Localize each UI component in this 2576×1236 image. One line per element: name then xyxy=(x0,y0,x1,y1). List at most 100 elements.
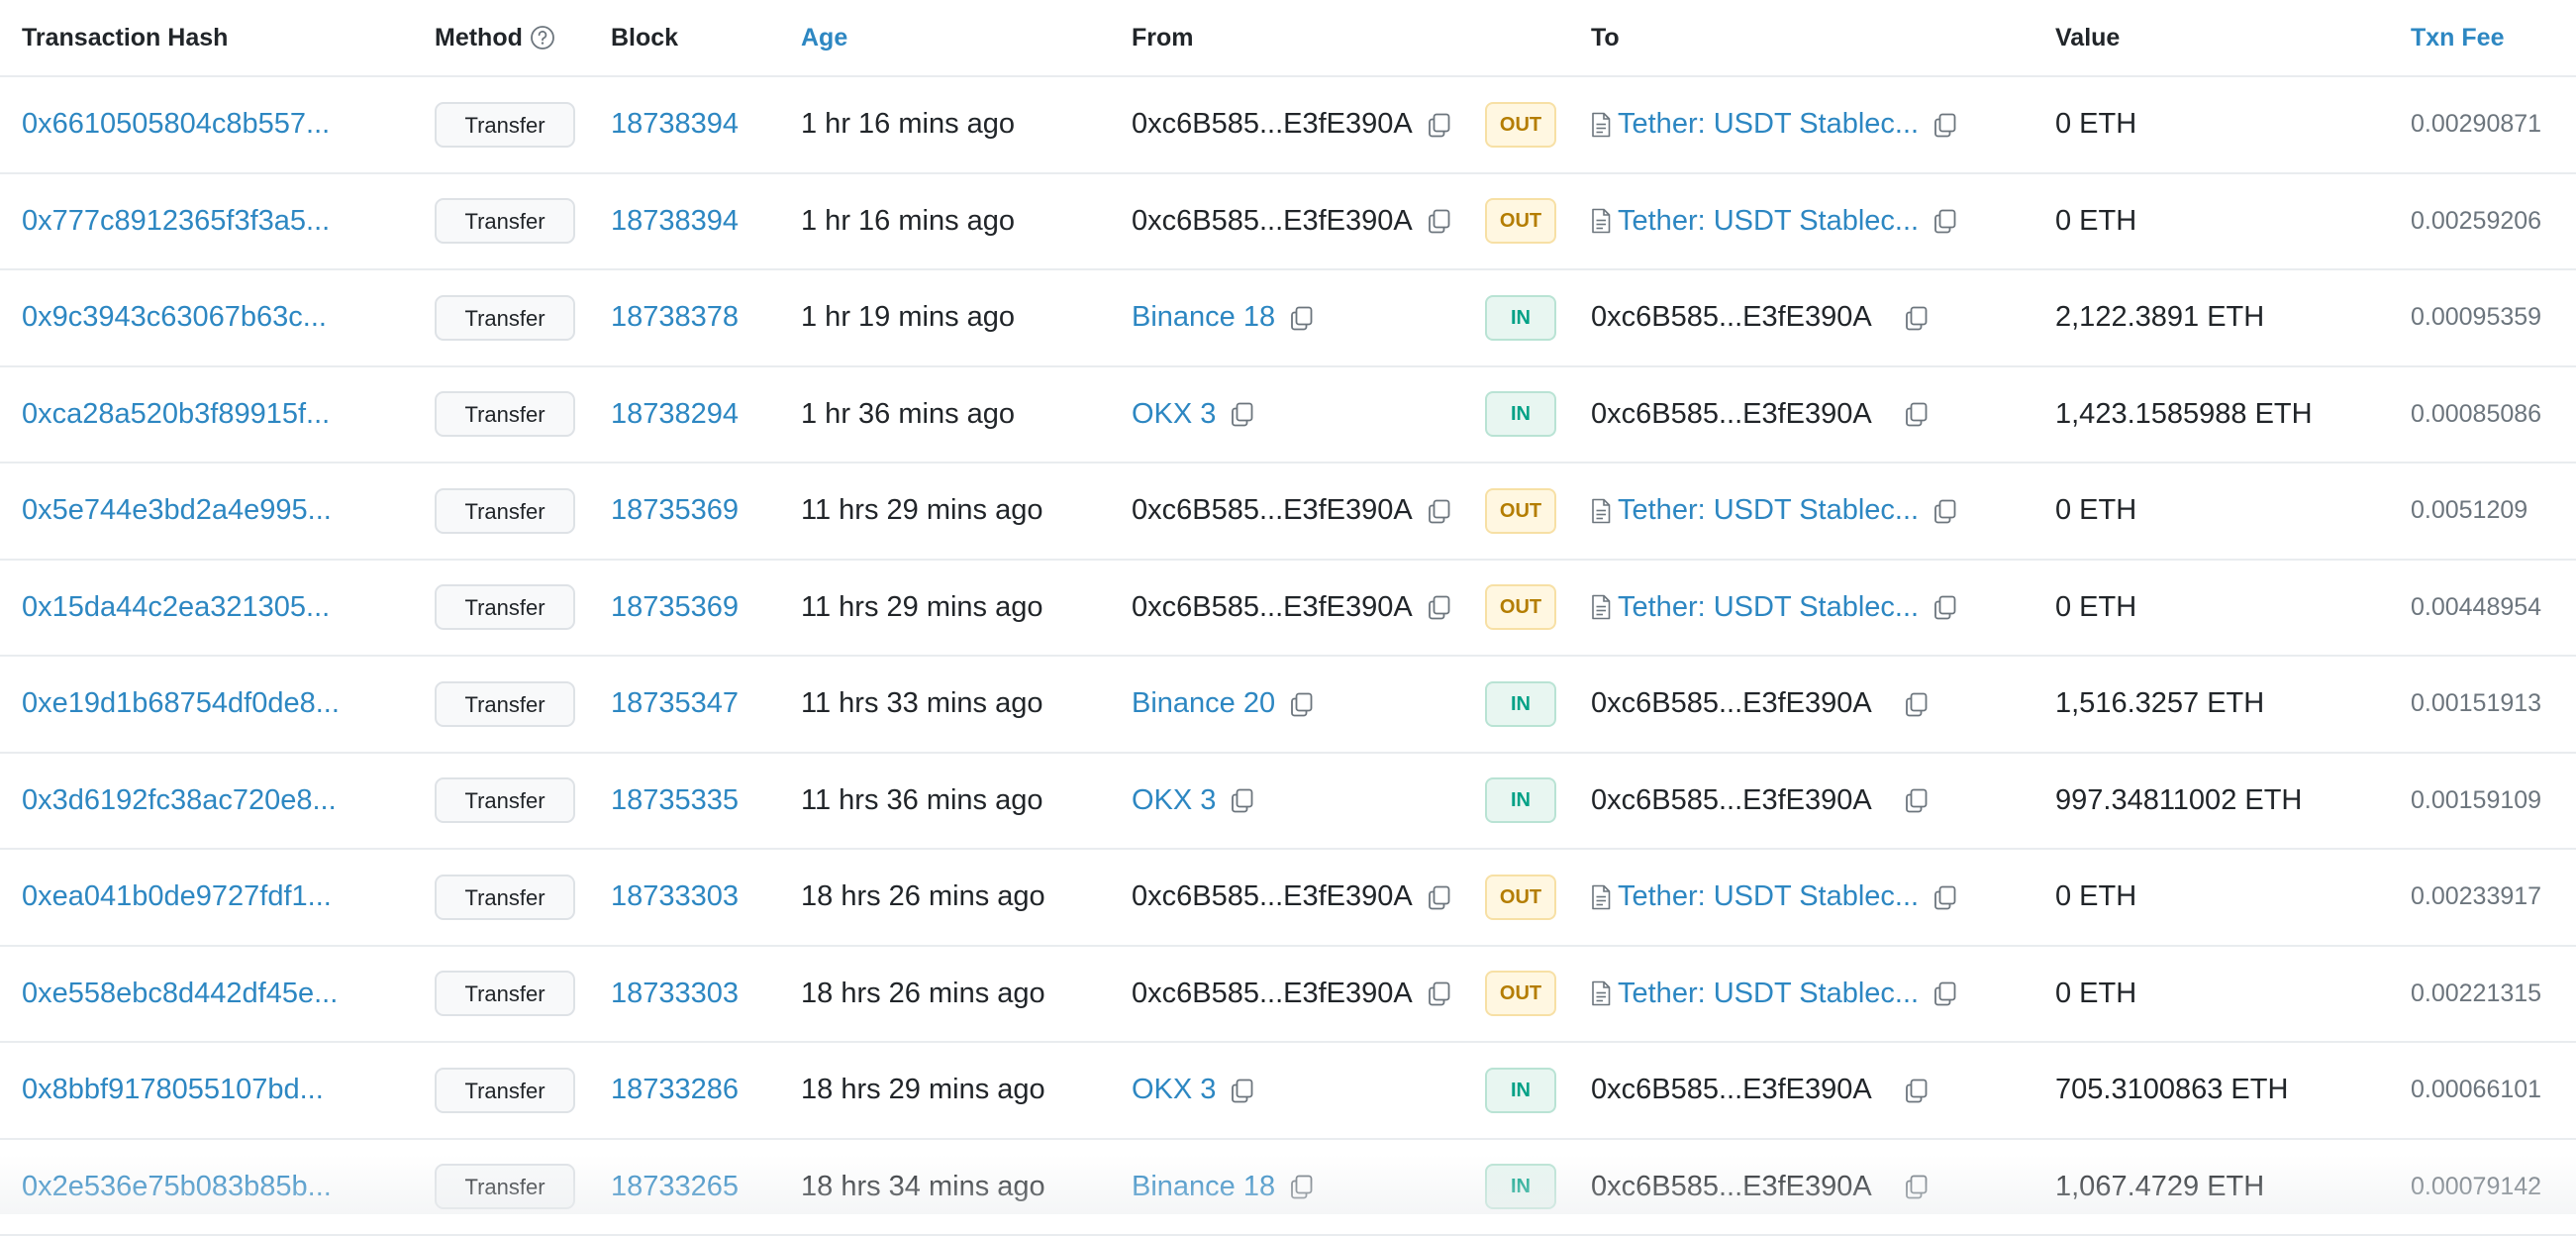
from-address[interactable]: OKX 3 xyxy=(1132,784,1216,817)
method-badge: Transfer xyxy=(435,391,575,437)
block-link[interactable]: 18735369 xyxy=(611,494,739,527)
direction-badge: IN xyxy=(1485,295,1556,341)
block-link[interactable]: 18733303 xyxy=(611,880,739,913)
block-link[interactable]: 18738394 xyxy=(611,108,739,141)
transaction-hash-link[interactable]: 0xe558ebc8d442df45e... xyxy=(22,978,338,1010)
block-link[interactable]: 18733303 xyxy=(611,978,739,1010)
copy-icon[interactable] xyxy=(1902,1076,1932,1105)
txn-fee-text: 0.00290871 xyxy=(2411,110,2541,139)
direction-badge: IN xyxy=(1485,1068,1556,1113)
transaction-hash-link[interactable]: 0x9c3943c63067b63c... xyxy=(22,301,327,334)
to-address: 0xc6B585...E3fE390A xyxy=(1591,398,1872,431)
to-address[interactable]: Tether: USDT Stablec... xyxy=(1618,978,1919,1010)
copy-icon[interactable] xyxy=(1902,1172,1932,1201)
copy-icon[interactable] xyxy=(1425,496,1454,526)
method-badge: Transfer xyxy=(435,1068,575,1113)
block-link[interactable]: 18738378 xyxy=(611,301,739,334)
value-text: 1,067.4729 ETH xyxy=(2055,1171,2264,1203)
copy-icon[interactable] xyxy=(1931,110,1960,140)
value-text: 0 ETH xyxy=(2055,108,2136,141)
copy-icon[interactable] xyxy=(1228,785,1257,815)
copy-icon[interactable] xyxy=(1902,689,1932,719)
document-icon xyxy=(1591,594,1611,620)
from-address[interactable]: Binance 18 xyxy=(1132,301,1275,334)
transaction-hash-link[interactable]: 0x5e744e3bd2a4e995... xyxy=(22,494,332,527)
block-link[interactable]: 18733286 xyxy=(611,1074,739,1106)
copy-icon[interactable] xyxy=(1902,303,1932,333)
from-address: 0xc6B585...E3fE390A xyxy=(1132,494,1413,527)
table-body: 0x6610505804c8b557... Transfer 18738394 1 h… xyxy=(0,77,2576,1236)
direction-badge: IN xyxy=(1485,777,1556,823)
header-from: From xyxy=(1132,0,1194,75)
header-age-toggle[interactable]: Age xyxy=(801,0,847,75)
method-badge: Transfer xyxy=(435,102,575,148)
document-icon xyxy=(1591,112,1611,138)
header-txn-fee-toggle[interactable]: Txn Fee xyxy=(2411,0,2504,75)
transaction-hash-link[interactable]: 0xea041b0de9727fdf1... xyxy=(22,880,332,913)
copy-icon[interactable] xyxy=(1425,592,1454,622)
block-link[interactable]: 18735347 xyxy=(611,687,739,720)
to-address[interactable]: Tether: USDT Stablec... xyxy=(1618,494,1919,527)
transaction-hash-link[interactable]: 0xe19d1b68754df0de8... xyxy=(22,687,340,720)
transaction-hash-link[interactable]: 0x2e536e75b083b85b... xyxy=(22,1171,332,1203)
block-link[interactable]: 18738394 xyxy=(611,205,739,238)
table-row: 0x6610505804c8b557... Transfer 18738394 1 h… xyxy=(0,77,2576,174)
from-address[interactable]: Binance 20 xyxy=(1132,687,1275,720)
question-circle-icon[interactable] xyxy=(530,25,555,51)
transactions-table: Transaction Hash Method Block Age From T… xyxy=(0,0,2576,1236)
block-link[interactable]: 18738294 xyxy=(611,398,739,431)
direction-badge: OUT xyxy=(1485,875,1556,920)
txn-fee-text: 0.00221315 xyxy=(2411,979,2541,1008)
from-address[interactable]: Binance 18 xyxy=(1132,1171,1275,1203)
transaction-hash-link[interactable]: 0x8bbf9178055107bd... xyxy=(22,1074,324,1106)
copy-icon[interactable] xyxy=(1931,882,1960,912)
age-text: 1 hr 19 mins ago xyxy=(801,301,1015,334)
to-address: 0xc6B585...E3fE390A xyxy=(1591,687,1872,720)
from-address[interactable]: OKX 3 xyxy=(1132,1074,1216,1106)
copy-icon[interactable] xyxy=(1425,978,1454,1008)
transaction-hash-link[interactable]: 0x777c8912365f3f3a5... xyxy=(22,205,330,238)
age-text: 1 hr 16 mins ago xyxy=(801,108,1015,141)
header-to: To xyxy=(1591,0,1620,75)
copy-icon[interactable] xyxy=(1425,110,1454,140)
to-address[interactable]: Tether: USDT Stablec... xyxy=(1618,108,1919,141)
transaction-hash-link[interactable]: 0x3d6192fc38ac720e8... xyxy=(22,784,337,817)
transaction-hash-link[interactable]: 0x6610505804c8b557... xyxy=(22,108,330,141)
copy-icon[interactable] xyxy=(1425,882,1454,912)
copy-icon[interactable] xyxy=(1931,496,1960,526)
copy-icon[interactable] xyxy=(1228,399,1257,429)
copy-icon[interactable] xyxy=(1425,206,1454,236)
copy-icon[interactable] xyxy=(1902,785,1932,815)
method-badge: Transfer xyxy=(435,777,575,823)
block-link[interactable]: 18735369 xyxy=(611,591,739,624)
copy-icon[interactable] xyxy=(1931,978,1960,1008)
direction-badge: OUT xyxy=(1485,488,1556,534)
copy-icon[interactable] xyxy=(1228,1076,1257,1105)
age-text: 18 hrs 26 mins ago xyxy=(801,978,1045,1010)
copy-icon[interactable] xyxy=(1287,1172,1317,1201)
block-link[interactable]: 18735335 xyxy=(611,784,739,817)
copy-icon[interactable] xyxy=(1931,206,1960,236)
to-address[interactable]: Tether: USDT Stablec... xyxy=(1618,880,1919,913)
block-link[interactable]: 18733265 xyxy=(611,1171,739,1203)
copy-icon[interactable] xyxy=(1287,689,1317,719)
from-address[interactable]: OKX 3 xyxy=(1132,398,1216,431)
age-text: 18 hrs 34 mins ago xyxy=(801,1171,1045,1203)
to-address: 0xc6B585...E3fE390A xyxy=(1591,784,1872,817)
value-text: 1,516.3257 ETH xyxy=(2055,687,2264,720)
age-text: 1 hr 16 mins ago xyxy=(801,205,1015,238)
value-text: 0 ETH xyxy=(2055,494,2136,527)
method-badge: Transfer xyxy=(435,971,575,1016)
header-method-label: Method xyxy=(435,24,523,52)
direction-badge: IN xyxy=(1485,681,1556,727)
value-text: 0 ETH xyxy=(2055,205,2136,238)
to-address[interactable]: Tether: USDT Stablec... xyxy=(1618,205,1919,238)
copy-icon[interactable] xyxy=(1902,399,1932,429)
table-row: 0x3d6192fc38ac720e8...Transfer1873533511… xyxy=(0,754,2576,851)
transaction-hash-link[interactable]: 0xca28a520b3f89915f... xyxy=(22,398,330,431)
copy-icon[interactable] xyxy=(1287,303,1317,333)
to-address[interactable]: Tether: USDT Stablec... xyxy=(1618,591,1919,624)
transaction-hash-link[interactable]: 0x15da44c2ea321305... xyxy=(22,591,330,624)
age-text: 18 hrs 29 mins ago xyxy=(801,1074,1045,1106)
copy-icon[interactable] xyxy=(1931,592,1960,622)
